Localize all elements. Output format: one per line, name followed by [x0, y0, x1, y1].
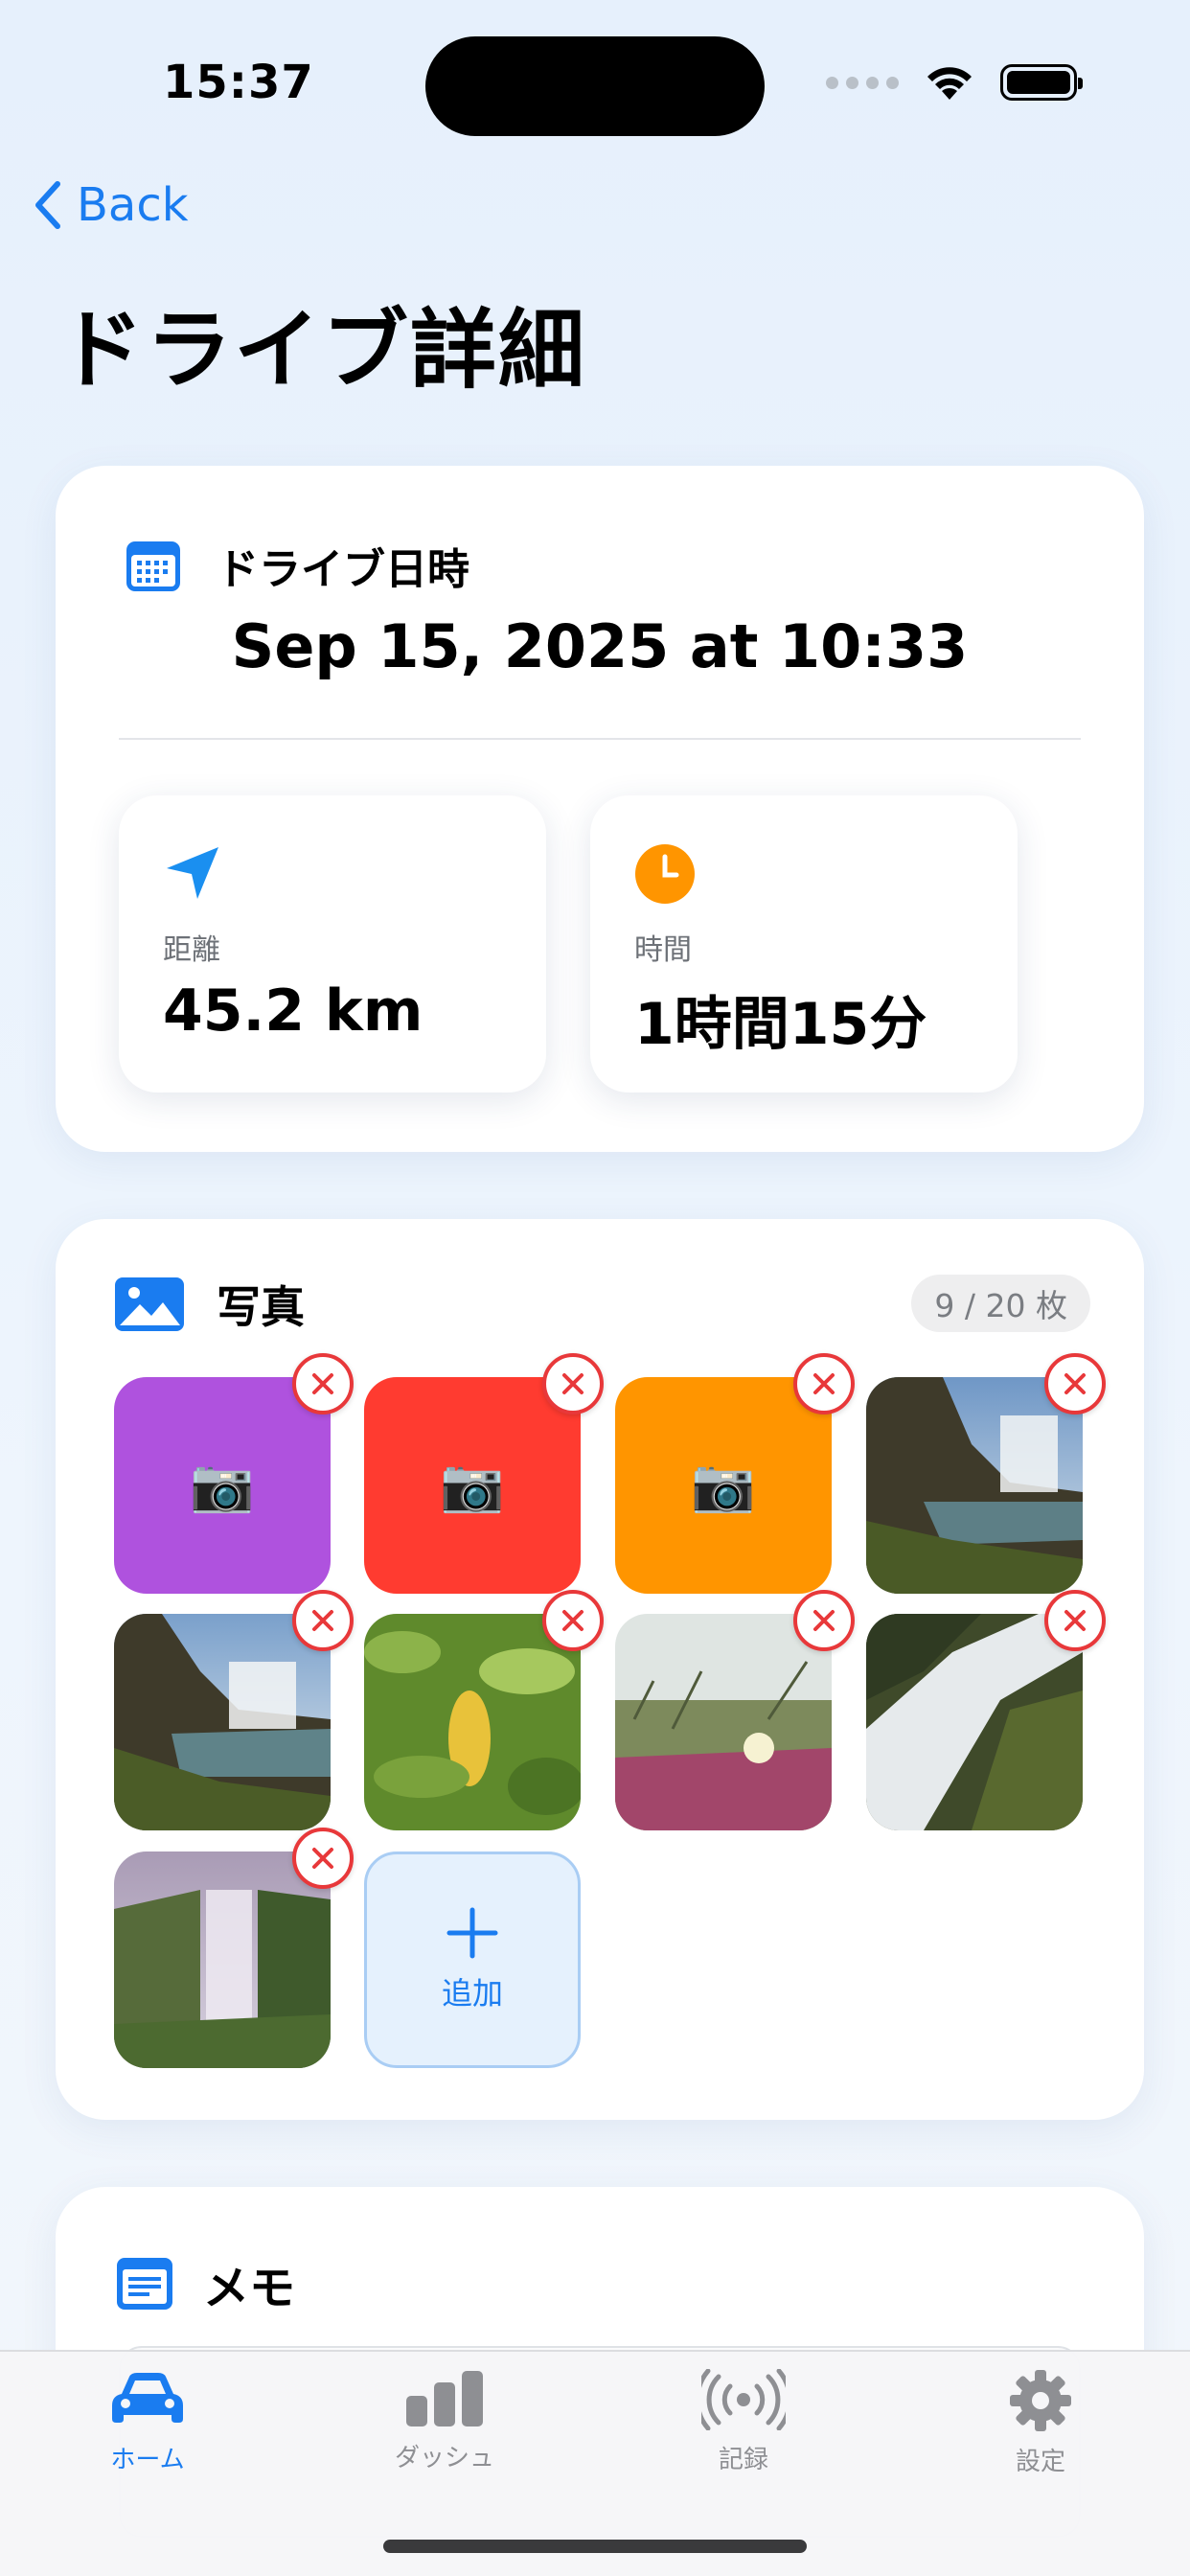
- wifi-icon: [927, 67, 972, 100]
- close-icon: [813, 1373, 835, 1394]
- tab-settings[interactable]: 設定: [945, 2369, 1136, 2477]
- photos-header: 写真: [115, 1273, 305, 1336]
- photo-tile[interactable]: 📷: [364, 1377, 581, 1594]
- close-icon: [1064, 1373, 1086, 1394]
- photo-icon: [115, 1277, 184, 1331]
- photo-tile[interactable]: [615, 1614, 832, 1830]
- remove-photo-button[interactable]: [1044, 1353, 1106, 1414]
- close-icon: [312, 1610, 333, 1631]
- tab-settings-label: 設定: [1015, 2448, 1065, 2476]
- duration-stat: 時間 1時間15分: [590, 795, 1018, 1092]
- photo-tile[interactable]: [114, 1614, 331, 1830]
- home-indicator: [383, 2540, 807, 2553]
- note-icon: [117, 2258, 172, 2310]
- memo-header: メモ: [115, 2250, 295, 2317]
- photo-tile[interactable]: 📷: [114, 1377, 331, 1594]
- camera-icon: 📷: [691, 1455, 756, 1515]
- tab-home[interactable]: ホーム: [52, 2369, 243, 2475]
- add-photo-label: 追加: [441, 1975, 503, 2012]
- datetime-value: Sep 15, 2025 at 10:33: [231, 611, 969, 681]
- tab-dashboard-label: ダッシュ: [394, 2444, 494, 2472]
- back-button[interactable]: Back: [33, 178, 189, 232]
- gear-icon: [1010, 2370, 1071, 2431]
- remove-photo-button[interactable]: [292, 1353, 354, 1414]
- leaves-photo: [364, 1614, 581, 1830]
- remove-photo-button[interactable]: [542, 1590, 604, 1651]
- remove-photo-button[interactable]: [292, 1828, 354, 1889]
- datetime-header: ドライブ日時: [125, 535, 469, 596]
- status-time: 15:37: [163, 56, 314, 109]
- photos-label: 写真: [217, 1281, 305, 1333]
- distance-value: 45.2 km: [163, 978, 423, 1045]
- remove-photo-button[interactable]: [793, 1353, 855, 1414]
- waterfall-photo: [114, 1614, 331, 1830]
- page-title: ドライブ詳細: [57, 300, 586, 401]
- status-indicators: [826, 63, 1083, 102]
- memo-label: メモ: [203, 2262, 296, 2315]
- broadcast-icon: [701, 2369, 786, 2430]
- car-icon: [112, 2373, 183, 2423]
- plus-icon: [446, 1907, 498, 1959]
- datetime-label: ドライブ日時: [217, 545, 469, 594]
- divider: [119, 738, 1081, 740]
- duration-value: 1時間15分: [634, 991, 927, 1058]
- photo-tile[interactable]: [866, 1377, 1083, 1594]
- remove-photo-button[interactable]: [292, 1590, 354, 1651]
- tab-record-label: 記録: [718, 2446, 768, 2474]
- camera-icon: 📷: [190, 1455, 255, 1515]
- close-icon: [813, 1610, 835, 1631]
- photo-tile[interactable]: 📷: [615, 1377, 832, 1594]
- remove-photo-button[interactable]: [1044, 1590, 1106, 1651]
- close-icon: [312, 1373, 333, 1394]
- tab-record[interactable]: 記録: [648, 2369, 839, 2475]
- screen: 15:37 Back ドライブ詳細 ドライブ日時 Sep 15, 2025 at…: [0, 0, 1190, 2576]
- tab-dashboard[interactable]: ダッシュ: [349, 2369, 540, 2473]
- battery-icon: [1000, 64, 1083, 101]
- photos-card: 写真 9 / 20 枚 📷 📷 📷 追加: [56, 1219, 1144, 2120]
- photo-tile[interactable]: [866, 1614, 1083, 1830]
- add-photo-button[interactable]: 追加: [364, 1852, 581, 2068]
- chevron-left-icon: [35, 181, 60, 229]
- close-icon: [562, 1610, 584, 1631]
- duration-label: 時間: [634, 933, 692, 967]
- waterfall-photo: [114, 1852, 331, 2068]
- calendar-icon: [126, 541, 180, 591]
- dynamic-island: [425, 36, 765, 136]
- waterfall-photo: [866, 1377, 1083, 1594]
- close-icon: [312, 1848, 333, 1869]
- photo-count-badge: 9 / 20 枚: [911, 1275, 1090, 1332]
- waterfall-photo: [866, 1614, 1083, 1830]
- remove-photo-button[interactable]: [793, 1590, 855, 1651]
- clock-icon: [635, 844, 695, 904]
- back-label: Back: [77, 178, 189, 232]
- cellular-signal-icon: [826, 76, 899, 89]
- close-icon: [562, 1373, 584, 1394]
- close-icon: [1064, 1610, 1086, 1631]
- tab-home-label: ホーム: [110, 2446, 185, 2474]
- distance-label: 距離: [163, 933, 220, 967]
- distance-stat: 距離 45.2 km: [119, 795, 546, 1092]
- photo-tile[interactable]: [364, 1614, 581, 1830]
- photo-tile[interactable]: [114, 1852, 331, 2068]
- flowers-photo: [615, 1614, 832, 1830]
- camera-icon: 📷: [440, 1455, 505, 1515]
- bar-chart-icon: [406, 2371, 483, 2426]
- location-arrow-icon: [167, 847, 218, 899]
- remove-photo-button[interactable]: [542, 1353, 604, 1414]
- drive-datetime-card: ドライブ日時 Sep 15, 2025 at 10:33 距離 45.2 km …: [56, 466, 1144, 1152]
